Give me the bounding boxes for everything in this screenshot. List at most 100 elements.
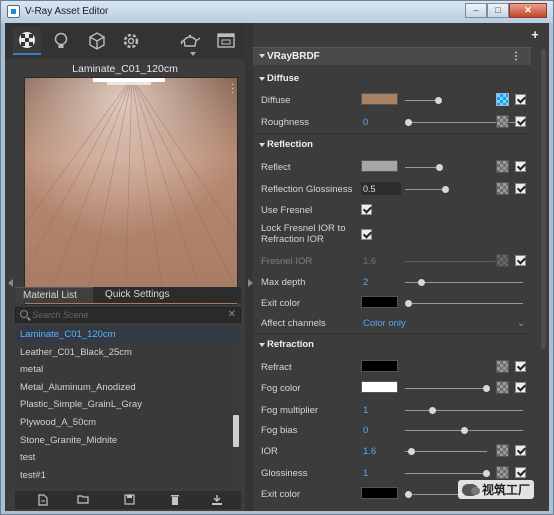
row-affect-channels: Affect channels Color only ⌄	[253, 314, 531, 332]
diffuse-color-swatch[interactable]	[361, 93, 398, 105]
settings-icon[interactable]	[117, 27, 145, 55]
fog-multiplier-slider[interactable]	[405, 410, 523, 411]
chevron-down-icon	[259, 77, 265, 81]
geometry-icon[interactable]	[83, 27, 111, 55]
fog-bias-value[interactable]: 0	[363, 425, 368, 436]
slider-knob[interactable]	[408, 448, 415, 455]
slider-knob[interactable]	[405, 491, 412, 498]
fresnel-ior-checkbox[interactable]	[515, 255, 526, 266]
properties-panel: + VRayBRDF ⋮ Diffuse Diffuse Roughness 0…	[253, 23, 549, 511]
collapse-left-arrow-icon[interactable]	[8, 279, 13, 287]
preview-menu-icon[interactable]: · · ·	[231, 80, 235, 98]
clear-search-icon[interactable]: ✕	[228, 309, 236, 320]
lock-fresnel-checkbox[interactable]	[361, 229, 372, 240]
roughness-texture-button[interactable]	[496, 115, 509, 128]
teapot-icon[interactable]	[176, 27, 204, 55]
app-window: V-Ray Asset Editor – □ ✕ Laminate_C01_12…	[0, 0, 554, 515]
slider-knob[interactable]	[435, 97, 442, 104]
fog-multiplier-value[interactable]: 1	[363, 405, 368, 416]
reflection-glossiness-texture-button[interactable]	[496, 182, 509, 195]
render-dropdown-caret[interactable]	[190, 52, 196, 56]
section-reflection[interactable]: Reflection	[253, 137, 531, 153]
diffuse-texture-button[interactable]	[496, 93, 509, 106]
slider-knob[interactable]	[461, 427, 468, 434]
max-depth-value[interactable]: 2	[363, 277, 368, 288]
fog-color-swatch[interactable]	[361, 381, 398, 393]
material-preview[interactable]	[24, 77, 238, 305]
list-item[interactable]: Laminate_C01_120cm	[15, 326, 239, 344]
exit-color-swatch[interactable]	[361, 296, 398, 308]
panel-splitter[interactable]	[245, 23, 253, 511]
maximize-button[interactable]: □	[487, 3, 509, 18]
list-item[interactable]: metal	[15, 361, 239, 379]
reflect-texture-button[interactable]	[496, 160, 509, 173]
material-list-toolbar	[15, 491, 241, 509]
slider-knob[interactable]	[405, 300, 412, 307]
fresnel-ior-value[interactable]: 1.6	[363, 256, 376, 267]
materials-icon[interactable]	[13, 27, 41, 55]
use-fresnel-checkbox[interactable]	[361, 204, 372, 215]
fog-color-texture-button[interactable]	[496, 381, 509, 394]
ior-checkbox[interactable]	[515, 445, 526, 456]
list-item[interactable]: Plywood_A_50cm	[15, 414, 239, 432]
list-item[interactable]: test	[15, 449, 239, 467]
slider-knob[interactable]	[405, 119, 412, 126]
scrollbar-thumb[interactable]	[541, 49, 546, 349]
fresnel-ior-slider[interactable]	[405, 261, 495, 262]
slider-knob[interactable]	[418, 279, 425, 286]
exit-color-swatch[interactable]	[361, 487, 398, 499]
glossiness-checkbox[interactable]	[515, 467, 526, 478]
reflect-checkbox[interactable]	[515, 161, 526, 172]
section-refraction[interactable]: Refraction	[253, 337, 531, 353]
list-item[interactable]: test#1	[15, 467, 239, 485]
list-item[interactable]: Stone_Granite_Midnite	[15, 432, 239, 450]
brdf-menu-icon[interactable]: ⋮	[511, 51, 521, 62]
properties-scrollbar[interactable]	[538, 23, 548, 511]
exit-color-slider[interactable]	[405, 303, 523, 304]
slider-knob[interactable]	[442, 186, 449, 193]
lights-icon[interactable]	[47, 27, 75, 55]
close-button[interactable]: ✕	[509, 3, 547, 18]
minimize-button[interactable]: –	[465, 3, 487, 18]
tab-quick-settings[interactable]: Quick Settings	[97, 287, 197, 303]
reflect-color-swatch[interactable]	[361, 160, 398, 172]
ior-texture-button[interactable]	[496, 444, 509, 457]
section-diffuse[interactable]: Diffuse	[253, 71, 531, 87]
search-input[interactable]	[32, 309, 222, 321]
list-item[interactable]: Metal_Aluminum_Anodized	[15, 379, 239, 397]
diffuse-checkbox[interactable]	[515, 94, 526, 105]
ior-value[interactable]: 1.6	[363, 446, 376, 457]
save-icon[interactable]	[123, 494, 135, 506]
refract-color-swatch[interactable]	[361, 360, 398, 372]
refract-texture-button[interactable]	[496, 360, 509, 373]
roughness-checkbox[interactable]	[515, 116, 526, 127]
slider-knob[interactable]	[436, 164, 443, 171]
tab-material-list[interactable]: Material List	[15, 287, 93, 303]
slider-knob[interactable]	[429, 407, 436, 414]
affect-channels-dropdown[interactable]: Color only	[363, 318, 406, 329]
open-folder-icon[interactable]	[77, 494, 89, 506]
reflection-glossiness-checkbox[interactable]	[515, 183, 526, 194]
reflection-glossiness-value[interactable]: 0.5	[361, 182, 401, 195]
fresnel-ior-texture-button[interactable]	[496, 254, 509, 267]
reflection-glossiness-slider[interactable]	[405, 189, 445, 190]
glossiness-texture-button[interactable]	[496, 466, 509, 479]
slider-knob[interactable]	[483, 470, 490, 477]
ior-slider[interactable]	[405, 451, 487, 452]
refract-checkbox[interactable]	[515, 361, 526, 372]
list-scrollbar[interactable]	[233, 415, 239, 447]
list-item[interactable]: Leather_C01_Black_25cm	[15, 344, 239, 362]
delete-icon[interactable]	[169, 494, 181, 506]
glossiness-value[interactable]: 1	[363, 468, 368, 479]
roughness-value[interactable]: 0	[363, 117, 368, 128]
fog-color-checkbox[interactable]	[515, 382, 526, 393]
slider-knob[interactable]	[483, 385, 490, 392]
render-output-icon[interactable]	[212, 27, 240, 55]
import-icon[interactable]	[211, 494, 223, 506]
fog-color-slider[interactable]	[405, 388, 487, 389]
list-item[interactable]: Plastic_Simple_GrainL_Gray	[15, 396, 239, 414]
brdf-header[interactable]: VRayBRDF ⋮	[253, 47, 531, 65]
chevron-down-icon[interactable]: ⌄	[517, 318, 525, 329]
glossiness-slider[interactable]	[405, 473, 487, 474]
new-file-icon[interactable]	[37, 494, 49, 506]
